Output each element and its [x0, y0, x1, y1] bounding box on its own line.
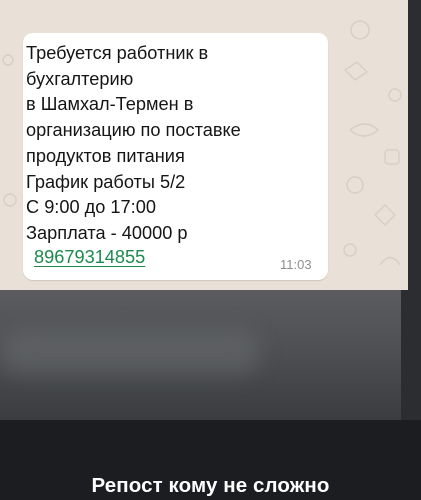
message-line: Зарплата - 40000 р	[26, 222, 188, 243]
screen-edge	[408, 0, 421, 290]
message-text: Требуется работник в бухгалтерию в Шамха…	[26, 41, 316, 247]
chat-area: Требуется работник в бухгалтерию в Шамха…	[0, 0, 421, 290]
message-line: продуктов питания	[26, 145, 185, 166]
blurred-content	[0, 290, 421, 420]
phone-link[interactable]: 89679314855	[34, 245, 145, 269]
message-timestamp: 11:03	[280, 257, 312, 272]
message-line: График работы 5/2	[26, 171, 186, 192]
message-line: С 9:00 до 17:00	[26, 197, 156, 218]
message-line: Требуется работник в	[26, 43, 209, 63]
message-line: в Шамхал-Термен в	[26, 94, 194, 115]
message-line: организацию по поставке	[26, 120, 241, 141]
message-line: бухгалтерию	[26, 68, 134, 89]
story-caption: Репост кому не сложно	[91, 474, 330, 497]
